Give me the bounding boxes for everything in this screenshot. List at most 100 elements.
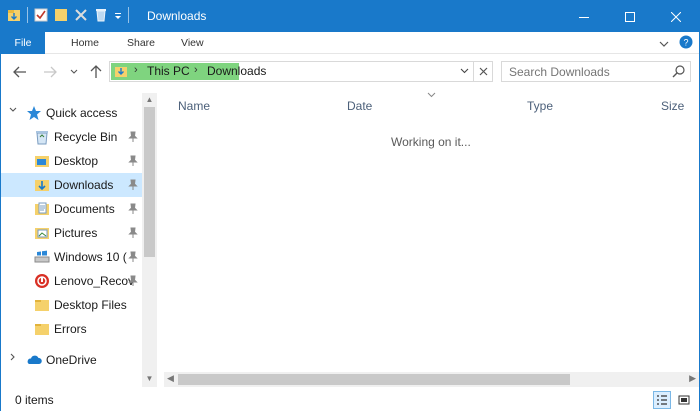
folder-app-icon — [7, 7, 21, 23]
expand-chevron-icon[interactable] — [9, 353, 17, 364]
forward-button[interactable] — [41, 63, 59, 81]
nav-pane-scrollbar[interactable]: ▲ ▼ — [142, 93, 157, 387]
pin-icon[interactable] — [128, 275, 138, 287]
nav-label: Lenovo_Recov — [54, 274, 135, 288]
scrollbar-thumb[interactable] — [178, 374, 570, 385]
folder-icon — [34, 297, 50, 313]
scroll-down-arrow-icon[interactable]: ▼ — [142, 374, 157, 386]
back-button[interactable] — [11, 63, 29, 81]
column-header-date[interactable]: Date — [347, 99, 372, 113]
forward-arrow-icon — [44, 66, 57, 78]
nav-onedrive[interactable]: OneDrive — [1, 348, 142, 372]
large-icons-view-button[interactable] — [675, 391, 693, 409]
pin-icon[interactable] — [128, 155, 138, 167]
downloads-folder-icon — [114, 64, 128, 81]
pin-icon[interactable] — [128, 203, 138, 215]
pin-icon[interactable] — [128, 227, 138, 239]
explorer-window: Downloads File Home Share View ? › This … — [0, 0, 700, 411]
search-box[interactable] — [501, 61, 691, 82]
star-icon — [26, 105, 42, 121]
column-header-size[interactable]: Size — [661, 99, 684, 113]
documents-icon — [34, 201, 50, 217]
up-button[interactable] — [87, 63, 105, 81]
chevron-down-icon — [460, 68, 468, 74]
address-bar[interactable]: › This PC › Downloads — [109, 61, 493, 82]
minimize-icon — [579, 16, 589, 18]
nav-errors[interactable]: Errors — [1, 317, 142, 341]
scroll-up-arrow-icon[interactable]: ▲ — [142, 95, 157, 107]
tab-home[interactable]: Home — [71, 32, 99, 54]
ribbon-tabs: File Home Share View ? — [1, 32, 699, 54]
navigation-pane: Quick access Recycle Bin Desktop Downloa… — [1, 93, 157, 387]
nav-label: Desktop — [54, 154, 99, 168]
pin-icon[interactable] — [128, 251, 138, 263]
minimize-button[interactable] — [561, 1, 607, 32]
nav-label: OneDrive — [46, 353, 97, 367]
maximize-button[interactable] — [607, 1, 653, 32]
nav-label: Documents — [54, 202, 115, 216]
title-bar: Downloads — [1, 1, 699, 32]
stop-loading-button[interactable] — [473, 61, 493, 82]
pictures-icon — [34, 225, 50, 241]
nav-label: Pictures — [54, 226, 98, 240]
scrollbar-thumb[interactable] — [144, 107, 155, 257]
details-view-button[interactable] — [653, 391, 671, 409]
expand-ribbon-icon[interactable] — [659, 37, 669, 51]
pin-icon[interactable] — [128, 131, 138, 143]
scroll-left-arrow-icon[interactable]: ◀ — [167, 373, 174, 384]
close-button[interactable] — [653, 1, 699, 32]
nav-label: Quick access — [46, 106, 118, 120]
onedrive-icon — [26, 352, 42, 368]
quick-access-toolbar — [7, 7, 129, 23]
nav-label: Downloads — [54, 178, 114, 192]
status-bar: 0 items — [1, 389, 699, 411]
nav-label: Recycle Bin — [54, 130, 118, 144]
search-icon[interactable] — [672, 65, 685, 81]
tab-file[interactable]: File — [1, 32, 45, 54]
recent-locations-button[interactable] — [65, 63, 83, 81]
recycle-icon[interactable] — [94, 7, 108, 23]
nav-desktop[interactable]: Desktop — [1, 149, 142, 173]
chevron-down-icon — [70, 69, 78, 74]
nav-label: Errors — [54, 322, 87, 336]
up-arrow-icon — [90, 65, 102, 78]
nav-documents[interactable]: Documents — [1, 197, 142, 221]
column-header-type[interactable]: Type — [527, 99, 553, 113]
nav-downloads[interactable]: Downloads — [1, 173, 142, 197]
tab-view[interactable]: View — [181, 32, 204, 54]
help-icon[interactable]: ? — [679, 35, 693, 52]
separator — [128, 7, 129, 23]
new-folder-icon[interactable] — [54, 7, 68, 23]
nav-windows-drive[interactable]: Windows 10 ( — [1, 245, 142, 269]
content-horizontal-scrollbar[interactable]: ◀ ▶ — [164, 372, 699, 387]
scroll-right-arrow-icon[interactable]: ▶ — [689, 373, 696, 384]
nav-recycle-bin[interactable]: Recycle Bin — [1, 125, 142, 149]
recycle-bin-icon — [34, 129, 50, 145]
sort-indicator-icon — [427, 90, 436, 100]
nav-desktop-files[interactable]: Desktop Files — [1, 293, 142, 317]
details-view-icon — [657, 395, 667, 405]
close-icon — [671, 11, 681, 22]
desktop-folder-icon — [34, 153, 50, 169]
pin-icon[interactable] — [128, 179, 138, 191]
folder-icon — [34, 321, 50, 337]
address-chevron[interactable]: › — [194, 64, 198, 76]
search-input[interactable] — [502, 62, 662, 81]
column-header-name[interactable]: Name — [178, 99, 210, 113]
expand-chevron-icon[interactable] — [9, 106, 17, 117]
address-chevron[interactable]: › — [134, 64, 138, 76]
loading-message: Working on it... — [391, 135, 471, 149]
lenovo-drive-icon — [34, 273, 50, 289]
nav-quick-access[interactable]: Quick access — [1, 101, 142, 125]
address-segment-downloads[interactable]: Downloads — [207, 64, 266, 78]
address-segment-this-pc[interactable]: This PC — [147, 64, 190, 78]
svg-text:?: ? — [683, 38, 688, 48]
nav-pictures[interactable]: Pictures — [1, 221, 142, 245]
delete-icon[interactable] — [74, 7, 88, 23]
window-title: Downloads — [147, 9, 207, 23]
tab-share[interactable]: Share — [127, 32, 155, 54]
properties-icon[interactable] — [34, 7, 48, 23]
customize-qat-icon[interactable] — [114, 7, 122, 23]
nav-lenovo-recovery[interactable]: Lenovo_Recov — [1, 269, 142, 293]
address-history-dropdown[interactable] — [457, 63, 471, 79]
